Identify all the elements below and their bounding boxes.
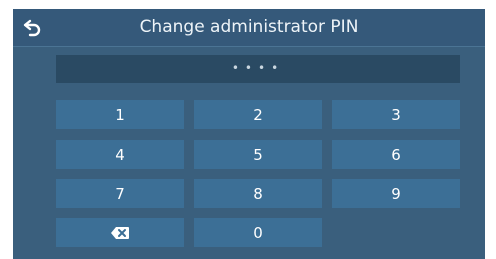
key-3[interactable]: 3 bbox=[332, 100, 460, 129]
pin-display-field: •••• bbox=[56, 55, 460, 83]
key-6[interactable]: 6 bbox=[332, 140, 460, 169]
key-8[interactable]: 8 bbox=[194, 179, 322, 208]
key-0[interactable]: 0 bbox=[194, 218, 322, 247]
key-9[interactable]: 9 bbox=[332, 179, 460, 208]
key-1[interactable]: 1 bbox=[56, 100, 184, 129]
backspace-icon bbox=[111, 226, 129, 239]
page-title: Change administrator PIN bbox=[139, 17, 359, 37]
back-button[interactable] bbox=[23, 18, 43, 38]
key-2[interactable]: 2 bbox=[194, 100, 322, 129]
key-5[interactable]: 5 bbox=[194, 140, 322, 169]
key-7[interactable]: 7 bbox=[56, 179, 184, 208]
backspace-key[interactable] bbox=[56, 218, 184, 247]
back-arrow-icon bbox=[23, 19, 41, 37]
header-bar: Change administrator PIN bbox=[13, 9, 485, 47]
key-4[interactable]: 4 bbox=[56, 140, 184, 169]
pin-screen: Change administrator PIN •••• 1 2 3 4 5 … bbox=[13, 9, 485, 259]
